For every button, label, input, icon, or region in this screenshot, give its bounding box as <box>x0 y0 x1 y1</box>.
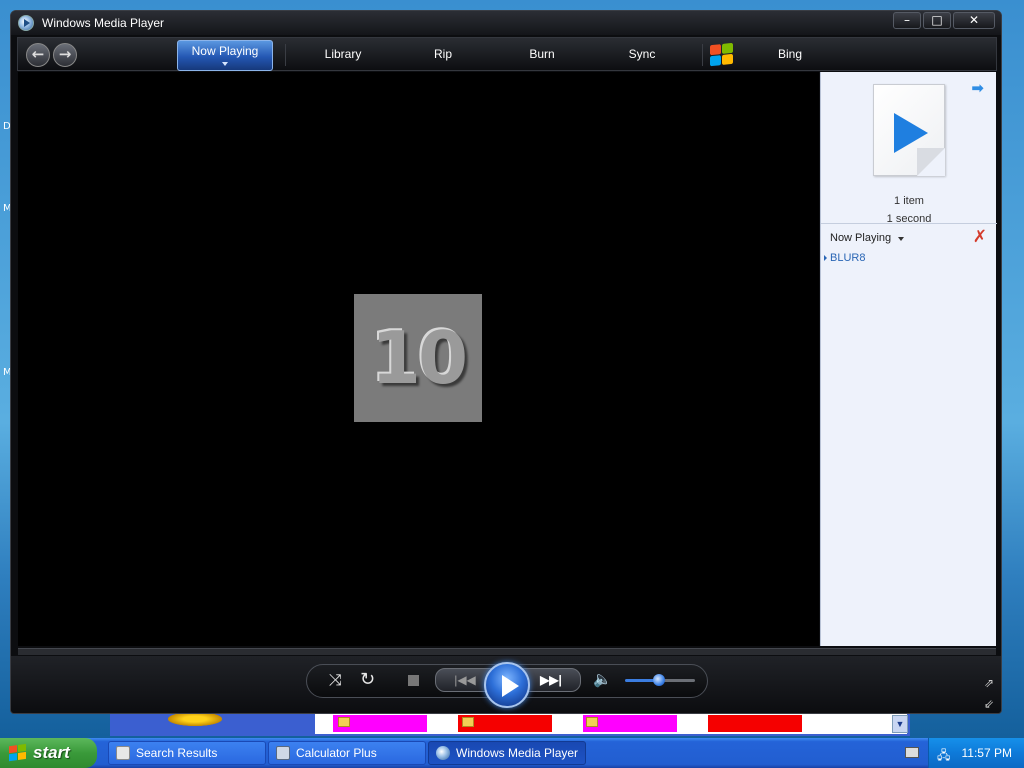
search-results-icon <box>116 746 130 760</box>
tab-library[interactable]: Library <box>303 38 383 70</box>
fullscreen-icon[interactable]: ⇙ <box>984 697 994 711</box>
calculator-icon <box>276 746 290 760</box>
taskbar-item-calculator-plus[interactable]: Calculator Plus <box>268 741 426 765</box>
task-label: Calculator Plus <box>296 746 377 760</box>
dropdown-arrow-icon[interactable]: ▼ <box>892 715 908 733</box>
seek-bar[interactable] <box>18 648 996 655</box>
task-label: Search Results <box>136 746 218 760</box>
repeat-icon[interactable]: ↻ <box>360 669 375 690</box>
play-icon <box>894 113 928 153</box>
close-button[interactable]: ✕ <box>953 12 995 29</box>
list-pane: ➡ 1 item 1 second Now Playing ✗ BLUR8 <box>820 72 997 646</box>
background-window-strip: ▼ <box>110 712 910 736</box>
title-bar[interactable]: Windows Media Player – □ ✕ <box>11 11 1001 35</box>
list-item[interactable]: BLUR8 <box>824 252 865 264</box>
minimize-button[interactable]: – <box>893 12 921 29</box>
network-icon[interactable]: 🖧 <box>937 746 950 767</box>
taskbar-item-windows-media-player[interactable]: Windows Media Player <box>428 741 586 765</box>
list-item-label: BLUR8 <box>830 252 866 264</box>
strip-block <box>708 715 802 732</box>
switch-to-mini-mode-icon[interactable]: ⇗ <box>984 676 994 690</box>
forward-button[interactable]: → <box>53 43 77 67</box>
media-player-app-icon <box>436 746 450 760</box>
window-title: Windows Media Player <box>42 16 165 30</box>
chevron-down-icon <box>222 62 228 66</box>
navigation-bar: ← → Now Playing Library Rip Burn Sync Bi… <box>17 37 997 71</box>
folder-icon <box>338 717 350 727</box>
video-display[interactable]: 10 <box>18 72 819 646</box>
tab-label: Now Playing <box>191 44 259 58</box>
media-player-app-icon <box>18 15 34 31</box>
album-art-placeholder <box>873 84 945 176</box>
next-button[interactable]: ▶▶| <box>521 668 581 692</box>
playback-controls: ⤨ ↻ |◀◀ ▶▶| 🔈 ⇗ ⇙ <box>11 656 1001 713</box>
tab-bing[interactable]: Bing <box>760 38 820 70</box>
back-button[interactable]: ← <box>26 43 50 67</box>
start-button[interactable]: start <box>0 738 97 768</box>
start-label: start <box>33 743 70 762</box>
tab-rip[interactable]: Rip <box>413 38 473 70</box>
shuffle-icon[interactable]: ⤨ <box>329 670 342 690</box>
task-label: Windows Media Player <box>456 746 579 760</box>
speaker-icon[interactable]: 🔈 <box>593 670 612 688</box>
taskbar-item-search-results[interactable]: Search Results <box>108 741 266 765</box>
keyboard-icon[interactable] <box>905 747 919 758</box>
now-playing-indicator-icon <box>824 255 827 261</box>
folder-icon <box>462 717 474 727</box>
taskbar: start Search Results Calculator Plus Win… <box>0 738 1024 768</box>
decorative-gold-icon <box>168 712 222 726</box>
video-frame: 10 <box>354 294 482 422</box>
volume-slider-thumb[interactable] <box>652 674 665 686</box>
system-tray: 🖧 11:57 PM <box>928 738 1024 768</box>
windows-logo-icon <box>9 743 27 763</box>
arrow-right-icon[interactable]: ➡ <box>971 79 984 97</box>
window-controls: – □ ✕ <box>893 12 995 29</box>
stop-button[interactable] <box>408 675 419 686</box>
clear-list-icon[interactable]: ✗ <box>973 227 987 247</box>
list-title[interactable]: Now Playing <box>830 232 891 244</box>
tab-now-playing[interactable]: Now Playing <box>177 40 273 71</box>
play-button[interactable] <box>484 662 530 708</box>
windows-logo-icon <box>710 42 734 68</box>
tab-sync[interactable]: Sync <box>612 38 672 70</box>
clock[interactable]: 11:57 PM <box>962 746 1012 760</box>
chevron-down-icon[interactable] <box>898 237 904 241</box>
media-player-window: Windows Media Player – □ ✕ ← → Now Playi… <box>10 10 1002 714</box>
item-count: 1 item <box>894 195 924 207</box>
maximize-button[interactable]: □ <box>923 12 951 29</box>
tab-burn[interactable]: Burn <box>512 38 572 70</box>
folder-icon <box>586 717 598 727</box>
